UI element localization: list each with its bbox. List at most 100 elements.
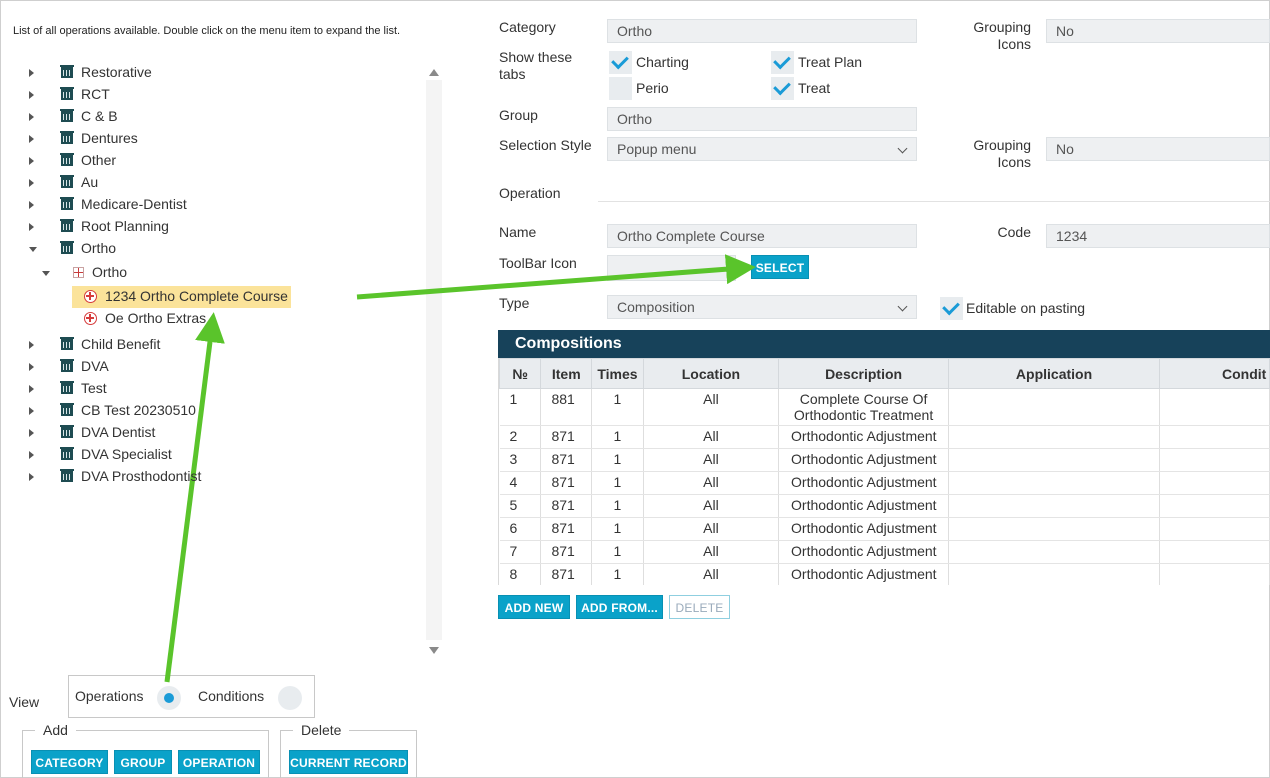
- grouping-icons-field[interactable]: No: [1046, 19, 1270, 43]
- caret-right-icon[interactable]: [29, 69, 34, 77]
- perio-checkbox[interactable]: [609, 77, 632, 100]
- add-operation-button[interactable]: OPERATION: [178, 750, 260, 774]
- caret-right-icon[interactable]: [29, 113, 34, 121]
- table-cell: 881: [540, 388, 593, 426]
- table-cell: Orthodontic Adjustment: [778, 448, 950, 472]
- table-cell: All: [643, 425, 780, 449]
- category-label: Category: [499, 19, 556, 35]
- caret-right-icon[interactable]: [29, 363, 34, 371]
- category-folder-icon: [60, 131, 74, 144]
- table-cell: Orthodontic Adjustment: [778, 517, 950, 541]
- table-cell: 7: [499, 540, 542, 564]
- chevron-down-icon: [897, 301, 908, 312]
- caret-right-icon[interactable]: [29, 135, 34, 143]
- table-cell: [948, 517, 1160, 541]
- compositions-header-row: № Item Times Location Description Application…: [499, 358, 1270, 389]
- table-row[interactable]: 2 871 1 All Orthodontic Adjustment: [499, 425, 1270, 449]
- category-folder-icon: [60, 425, 74, 438]
- caret-down-icon[interactable]: [42, 271, 50, 276]
- operation-icon: [84, 290, 97, 303]
- tree-scrollbar[interactable]: [426, 80, 442, 640]
- group-label: Group: [499, 107, 538, 123]
- code-field[interactable]: 1234: [1046, 224, 1270, 248]
- table-row[interactable]: 5 871 1 All Orthodontic Adjustment: [499, 494, 1270, 518]
- column-header[interactable]: Item: [540, 358, 593, 389]
- grouping-icons-label: Grouping Icons: [973, 19, 1031, 52]
- delete-composition-button[interactable]: DELETE: [669, 595, 730, 619]
- type-select[interactable]: Composition: [607, 295, 917, 319]
- category-field[interactable]: Ortho: [607, 19, 917, 43]
- charting-checkbox[interactable]: [609, 51, 632, 74]
- table-cell: 3: [499, 448, 542, 472]
- table-cell: 871: [540, 471, 593, 495]
- tree-item-label: Ortho: [81, 240, 117, 256]
- table-cell: 1: [591, 494, 644, 518]
- caret-right-icon[interactable]: [29, 451, 34, 459]
- caret-down-icon[interactable]: [29, 247, 37, 252]
- category-folder-icon: [60, 65, 74, 78]
- charting-label: Charting: [636, 54, 689, 70]
- group-icon: [73, 267, 84, 278]
- tree-item-label: Other: [81, 152, 117, 168]
- select-icon-button[interactable]: SELECT: [751, 255, 809, 279]
- view-label: View: [9, 694, 40, 710]
- caret-right-icon[interactable]: [29, 201, 34, 209]
- add-new-button[interactable]: ADD NEW: [498, 595, 570, 619]
- scroll-up-arrow-icon[interactable]: [429, 69, 439, 76]
- caret-right-icon[interactable]: [29, 407, 34, 415]
- show-tabs-label: Show these tabs: [499, 49, 573, 82]
- caret-right-icon[interactable]: [29, 91, 34, 99]
- treat-plan-checkbox[interactable]: [771, 51, 794, 74]
- table-row[interactable]: 1 881 1 All Complete Course Of Orthodontic T…: [499, 388, 1270, 426]
- editable-on-pasting-label: Editable on pasting: [966, 300, 1086, 316]
- table-row[interactable]: 3 871 1 All Orthodontic Adjustment: [499, 448, 1270, 472]
- category-folder-icon: [60, 87, 74, 100]
- add-group-button[interactable]: GROUP: [114, 750, 172, 774]
- group-field[interactable]: Ortho: [607, 107, 917, 131]
- table-row[interactable]: 7 871 1 All Orthodontic Adjustment: [499, 540, 1270, 564]
- name-field[interactable]: Ortho Complete Course: [607, 224, 917, 248]
- code-label: Code: [997, 224, 1031, 240]
- caret-right-icon[interactable]: [29, 473, 34, 481]
- tree-operation-item[interactable]: 1234 Ortho Complete Course: [72, 286, 291, 308]
- category-folder-icon: [60, 109, 74, 122]
- table-cell: 1: [499, 388, 542, 426]
- view-operations-radio[interactable]: [157, 686, 181, 710]
- table-cell: 6: [499, 517, 542, 541]
- type-value: Composition: [617, 299, 695, 315]
- table-cell: [1159, 448, 1270, 472]
- column-header[interactable]: Condit: [1159, 358, 1270, 389]
- tree-item-label: Child Benefit: [81, 336, 161, 352]
- delete-current-record-button[interactable]: CURRENT RECORD: [289, 750, 408, 774]
- table-row[interactable]: 8 871 1 All Orthodontic Adjustment: [499, 563, 1270, 585]
- caret-right-icon[interactable]: [29, 341, 34, 349]
- grouping-icons-field-2[interactable]: No: [1046, 137, 1270, 161]
- column-header[interactable]: Times: [591, 358, 644, 389]
- compositions-title: Compositions: [498, 330, 1270, 358]
- category-folder-icon: [60, 337, 74, 350]
- add-from-button[interactable]: ADD FROM...: [576, 595, 663, 619]
- scroll-down-arrow-icon[interactable]: [429, 647, 439, 654]
- table-cell: [948, 388, 1160, 426]
- view-conditions-radio[interactable]: [278, 686, 302, 710]
- name-label: Name: [499, 224, 537, 240]
- grouping-icons-label-2: Grouping Icons: [973, 137, 1031, 170]
- caret-right-icon[interactable]: [29, 157, 34, 165]
- column-header[interactable]: Description: [778, 358, 950, 389]
- table-row[interactable]: 6 871 1 All Orthodontic Adjustment: [499, 517, 1270, 541]
- table-cell: [948, 448, 1160, 472]
- table-cell: [1159, 388, 1270, 426]
- caret-right-icon[interactable]: [29, 429, 34, 437]
- caret-right-icon[interactable]: [29, 179, 34, 187]
- add-category-button[interactable]: CATEGORY: [31, 750, 108, 774]
- column-header[interactable]: Location: [642, 358, 780, 389]
- table-row[interactable]: 4 871 1 All Orthodontic Adjustment: [499, 471, 1270, 495]
- editable-on-pasting-checkbox[interactable]: [940, 297, 963, 320]
- caret-right-icon[interactable]: [29, 223, 34, 231]
- table-cell: [948, 425, 1160, 449]
- selection-style-select[interactable]: Popup menu: [607, 137, 917, 161]
- column-header[interactable]: Application: [948, 358, 1160, 389]
- treat-checkbox[interactable]: [771, 77, 794, 100]
- column-header[interactable]: №: [499, 358, 542, 389]
- caret-right-icon[interactable]: [29, 385, 34, 393]
